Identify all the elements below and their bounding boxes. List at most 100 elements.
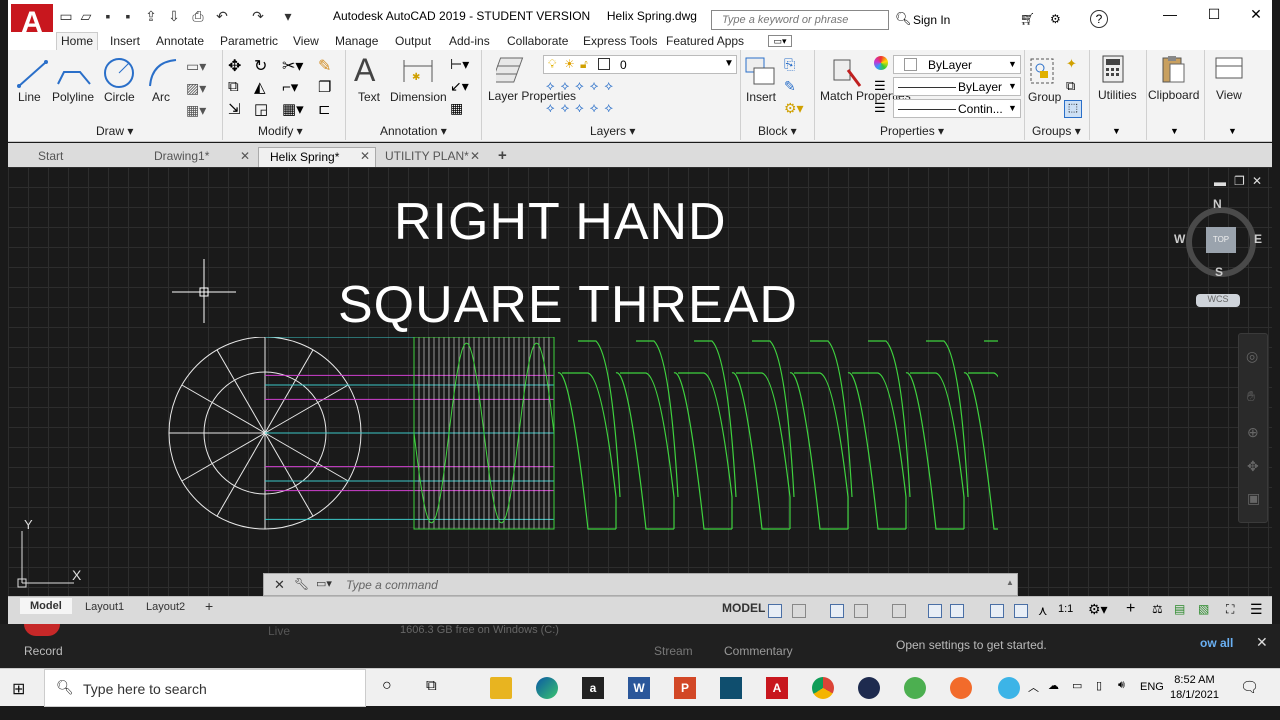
layer-dropdown[interactable]: 💡︎ ☀ 🔓︎ 0 ▼ [543,55,737,74]
navigation-bar[interactable]: ◎ ✋︎ ⊕ ✥ ▣ [1238,333,1268,523]
annotation-scale-value[interactable]: 1:1 [1058,603,1073,615]
stream-label[interactable]: Stream [654,644,693,658]
tab-output[interactable]: Output [395,34,431,48]
object-snap-tracking-icon[interactable] [928,604,942,618]
autocad-icon[interactable]: A [766,677,788,699]
edge-icon[interactable] [536,677,558,699]
stretch-icon[interactable]: ⇲ [228,100,241,118]
lineweight-dropdown[interactable]: ByLayer ▼ [893,77,1021,96]
group-label[interactable]: Group [1028,90,1061,104]
fillet-icon[interactable]: ⌐▾ [282,78,298,96]
chrome-icon[interactable] [812,677,834,699]
wcs-menu[interactable]: WCS [1196,294,1240,307]
show-all-link[interactable]: ow all [1200,636,1233,650]
tab-manage[interactable]: Manage [335,34,378,48]
annotation-monitor-icon[interactable]: + [1126,600,1135,618]
layer-tools-row1-icon[interactable]: ⟡⟡⟡⟡⟡ [546,78,619,94]
doc-tab-start[interactable]: Start [18,147,128,167]
tab-add-ins[interactable]: Add-ins [449,34,490,48]
polyline-icon[interactable] [54,58,94,90]
app-icon[interactable] [720,677,742,699]
tab-home[interactable]: Home [56,32,99,50]
new-icon[interactable]: ▭ [58,8,74,24]
record-icon[interactable] [24,624,60,636]
auto-scale-icon[interactable] [1014,604,1028,618]
layer-properties-icon[interactable] [496,54,532,88]
quick-properties-icon[interactable]: ▤ [1174,602,1185,616]
new-tab-icon[interactable]: + [498,147,507,164]
dimension-label[interactable]: Dimension [390,90,447,104]
view-icon[interactable] [1214,54,1244,84]
save-web-icon[interactable]: ⇩ [166,8,182,24]
layout-tab-layout1[interactable]: Layout1 [85,601,124,613]
file-explorer-icon[interactable] [490,677,512,699]
viewcube[interactable]: N S E W TOP [1174,197,1264,283]
close-icon[interactable]: ✕ [1256,634,1268,651]
onedrive-icon[interactable]: ☁ [1048,679,1059,692]
command-history-icon[interactable]: ▲ [1006,578,1014,587]
compass-east[interactable]: E [1254,232,1262,246]
sign-in-button[interactable]: Sign In [913,13,950,27]
viewcube-top-face[interactable]: TOP [1206,227,1236,253]
viewport-minimize-icon[interactable]: ▬ [1214,175,1226,189]
group-edit-icon[interactable]: ⧉ [1066,78,1075,94]
compass-west[interactable]: W [1174,232,1185,246]
layers-panel-title[interactable]: Layers ▾ [590,124,635,138]
zoom-extents-icon[interactable]: ⊕ [1247,424,1259,441]
clipboard-label[interactable]: Clipboard [1148,88,1199,102]
dimension-icon[interactable]: ✱ [400,56,436,86]
groups-panel-title[interactable]: Groups ▾ [1032,124,1081,138]
open-web-icon[interactable]: ⇪ [143,8,159,24]
doc-tab-helix-spring[interactable]: Helix Spring* [258,147,376,167]
offset-icon[interactable]: ⊏ [318,100,331,118]
customize-toolbar-icon[interactable]: ▾ [280,8,296,24]
a360-icon[interactable]: ⚙ [1050,12,1061,26]
close-button[interactable]: ✕ [1246,6,1266,24]
circle-icon[interactable] [102,56,136,90]
layout-tab-layout2[interactable]: Layout2 [146,601,185,613]
rotate-icon[interactable]: ↻ [254,56,267,76]
close-tab-icon[interactable]: ✕ [240,149,250,163]
close-icon[interactable]: ✕ [274,577,285,593]
arc-icon[interactable] [146,56,180,90]
utorrent-icon[interactable] [904,677,926,699]
linear-dim-icon[interactable]: ⊢▾ [450,56,469,73]
text-label[interactable]: Text [358,90,380,104]
color-dropdown[interactable]: ByLayer ▼ [893,55,1021,74]
arc-label[interactable]: Arc [152,90,170,104]
powerpoint-icon[interactable]: P [674,677,696,699]
units-icon[interactable]: ⚖ [1152,602,1163,616]
compass-north[interactable]: N [1213,197,1222,211]
record-label[interactable]: Record [24,644,63,658]
properties-panel-title[interactable]: Properties ▾ [880,124,944,138]
clipboard-icon[interactable] [1160,54,1188,86]
chevron-down-icon[interactable]: ▼ [1112,126,1121,136]
explode-icon[interactable]: ❐ [318,78,331,96]
circle-label[interactable]: Circle [104,90,135,104]
tab-annotate[interactable]: Annotate [156,34,204,48]
volume-icon[interactable]: 🔊︎ [1118,679,1125,692]
close-tab-icon[interactable]: ✕ [470,149,480,163]
modify-panel-title[interactable]: Modify ▾ [258,124,303,138]
polyline-label[interactable]: Polyline [52,90,94,104]
workspace-gear-icon[interactable]: ⚙▾ [1088,601,1108,618]
snap-icon[interactable] [792,604,806,618]
network-icon[interactable]: ▭ [1072,679,1082,692]
layer-tools-row2-icon[interactable]: ⟡⟡⟡⟡⟡ [546,100,619,116]
copy-icon[interactable]: ⧉ [228,78,239,95]
app-orange-icon[interactable] [950,677,972,699]
utilities-icon[interactable] [1100,54,1126,84]
linetype-dropdown[interactable]: Contin... ▼ [893,99,1021,118]
media-player-icon[interactable] [858,677,880,699]
minimize-button[interactable]: — [1160,6,1180,24]
viewport-close-icon[interactable]: ✕ [1252,174,1262,188]
ungroup-icon[interactable]: ✦ [1066,56,1077,72]
customize-icon[interactable]: 🔧︎ [294,577,309,591]
view-label[interactable]: View [1216,88,1242,102]
recent-commands-icon[interactable]: ▭▾ [316,577,332,590]
redo-icon[interactable]: ↷ [250,8,266,24]
close-tab-icon[interactable]: ✕ [360,149,370,163]
plot-icon[interactable]: ⎙ [190,8,206,24]
rectangle-icon[interactable]: ▭▾ [186,58,206,75]
trim-icon[interactable]: ✂▾ [282,56,303,76]
